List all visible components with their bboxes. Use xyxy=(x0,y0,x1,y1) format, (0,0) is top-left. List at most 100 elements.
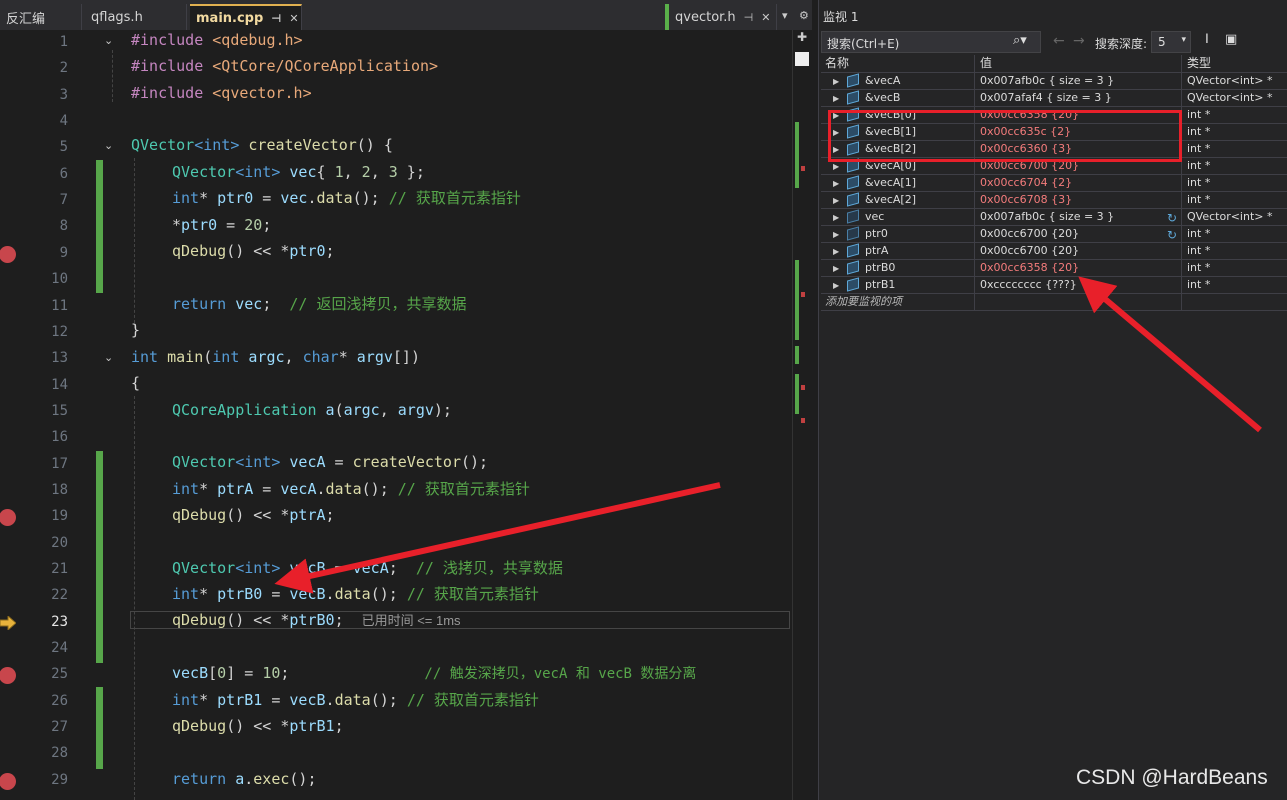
watch-name-cell[interactable]: ▶ &vecA xyxy=(821,73,975,89)
forward-arrow-icon[interactable]: → xyxy=(1073,33,1085,49)
pin-icon[interactable]: ⊣ xyxy=(271,12,281,25)
watch-value-cell[interactable]: 0x00cc6358 {20} xyxy=(976,260,1182,276)
watch-value-cell[interactable]: 0x007afaf4 { size = 3 } xyxy=(976,90,1182,106)
line-number: 15 xyxy=(51,402,68,419)
watch-row[interactable]: ▶ &vecB 0x007afaf4 { size = 3 } QVector<int… xyxy=(821,90,1287,107)
expand-arrow-icon[interactable]: ▶ xyxy=(833,91,845,106)
watch-name-cell[interactable]: ▶ &vecA[2] xyxy=(821,192,975,208)
watch-row[interactable]: ▶ vec 0x007afb0c { size = 3 } ↻ QVector<int>… xyxy=(821,209,1287,226)
watch-type: int * xyxy=(1187,193,1211,206)
expand-arrow-icon[interactable]: ▶ xyxy=(833,176,845,191)
add-watch-row[interactable]: 添加要监视的项 xyxy=(821,294,1287,311)
watch-row[interactable]: ▶ ptr0 0x00cc6700 {20} ↻ int * xyxy=(821,226,1287,243)
watch-value-cell[interactable]: 0x00cc6700 {20} xyxy=(976,243,1182,259)
code-line-8: *ptr0 = 20; xyxy=(172,216,272,234)
elapsed-time-tip: 已用时间 <= 1ms xyxy=(361,613,461,628)
code-line-14: { xyxy=(131,374,141,392)
watch-type: int * xyxy=(1187,278,1211,291)
watch-row[interactable]: ▶ ptrA 0x00cc6700 {20} int * xyxy=(821,243,1287,260)
watch-name-cell[interactable]: ▶ &vecB xyxy=(821,90,975,106)
search-icon[interactable]: ⌕▾ xyxy=(1013,33,1027,48)
tab-qvector[interactable]: qvector.h ⊣ ✕ xyxy=(665,4,777,30)
code-line-21: QVector<int> vecB = vecA; // 浅拷贝，共享数据 xyxy=(172,559,563,577)
watch-search-input[interactable]: 搜索(Ctrl+E) xyxy=(821,31,1041,53)
line-number: 1 xyxy=(59,34,68,50)
pin-watch-icon[interactable]: ⵏ xyxy=(1205,32,1209,47)
tab-disassembly[interactable]: 反汇编 xyxy=(0,4,82,30)
back-arrow-icon[interactable]: ← xyxy=(1053,33,1065,49)
watch-name-cell[interactable]: ▶ ptrB1 xyxy=(821,277,975,293)
split-icon[interactable]: ✚ xyxy=(793,30,810,48)
watch-row[interactable]: ▶ &vecA[1] 0x00cc6704 {2} int * xyxy=(821,175,1287,192)
expand-arrow-icon[interactable]: ▶ xyxy=(833,193,845,208)
watch-value: 0x00cc6700 {20} xyxy=(980,227,1080,240)
watch-name-cell[interactable]: ▶ vec xyxy=(821,209,975,225)
watch-type-cell: int * xyxy=(1183,192,1287,208)
line-number: 19 xyxy=(51,508,68,525)
settings-gear-icon[interactable]: ⚙ xyxy=(799,9,809,22)
line-number: 9 xyxy=(59,244,68,261)
column-header-name[interactable]: 名称 xyxy=(821,55,975,72)
column-header-value[interactable]: 值 xyxy=(976,55,1182,72)
watch-name-cell[interactable]: ▶ &vecA[1] xyxy=(821,175,975,191)
watch-toolbar: 搜索(Ctrl+E) ⌕▾ ← → 搜索深度: 5 ▾ ⵏ ▣ xyxy=(821,31,1287,53)
fold-toggle-icon[interactable]: ⌄ xyxy=(104,139,113,152)
expand-arrow-icon[interactable]: ▶ xyxy=(833,261,845,276)
watch-name-cell[interactable]: ▶ ptrA xyxy=(821,243,975,259)
watch-row[interactable]: ▶ &vecA[2] 0x00cc6708 {3} int * xyxy=(821,192,1287,209)
add-watch-placeholder[interactable]: 添加要监视的项 xyxy=(821,294,975,310)
variable-object-icon xyxy=(847,243,859,258)
line-number: 16 xyxy=(51,429,68,446)
vertical-scrollbar[interactable]: ✚ xyxy=(792,30,810,800)
code-line-25: vecB[0] = 10;// 触发深拷贝，vecA 和 vecB 数据分离 xyxy=(172,664,697,682)
breakpoint-icon[interactable] xyxy=(0,667,16,685)
watch-type: int * xyxy=(1187,125,1211,138)
watch-value: 0xcccccccc {???} xyxy=(980,278,1077,291)
tab-qflags-label: qflags.h xyxy=(91,9,143,25)
line-number: 29 xyxy=(51,771,68,788)
watch-name: ptrB1 xyxy=(865,278,896,291)
refresh-icon[interactable]: ↻ xyxy=(1167,227,1177,242)
scroll-up-icon[interactable] xyxy=(795,52,809,66)
fold-toggle-icon[interactable]: ⌄ xyxy=(104,34,113,47)
expand-arrow-icon[interactable]: ▶ xyxy=(833,210,845,225)
expand-arrow-icon[interactable]: ▶ xyxy=(833,74,845,89)
watch-value-cell[interactable]: 0x00cc6708 {3} xyxy=(976,192,1182,208)
tab-dropdown-icon[interactable]: ▾ xyxy=(782,9,788,22)
breakpoint-icon[interactable] xyxy=(0,772,16,790)
watch-row[interactable]: ▶ ptrB0 0x00cc6358 {20} int * xyxy=(821,260,1287,277)
code-editor[interactable]: 1 2 3 4 5 6 7 8 9 10 11 12 13 14 15 16 17 18 19 20 21 22 23 24 2… xyxy=(0,30,810,800)
watch-value-cell[interactable]: 0x007afb0c { size = 3 } ↻ xyxy=(976,209,1182,225)
pin-icon[interactable]: ⊣ xyxy=(744,11,754,24)
watch-value-cell[interactable]: 0xcccccccc {???} xyxy=(976,277,1182,293)
fold-toggle-icon[interactable]: ⌄ xyxy=(104,351,113,364)
column-header-type[interactable]: 类型 xyxy=(1183,55,1287,72)
watch-value-cell[interactable]: 0x00cc6704 {2} xyxy=(976,175,1182,191)
code-line-2: #include <QtCore/QCoreApplication> xyxy=(131,57,439,75)
close-tab-icon[interactable]: ✕ xyxy=(289,12,298,25)
annotation-highlight-box xyxy=(828,110,1182,162)
expand-arrow-icon[interactable]: ▶ xyxy=(833,278,845,293)
tab-main-cpp[interactable]: main.cpp ⊣ ✕ xyxy=(190,4,302,30)
tab-qflags[interactable]: qflags.h xyxy=(85,4,187,30)
watch-name-cell[interactable]: ▶ ptrB0 xyxy=(821,260,975,276)
breakpoint-icon[interactable] xyxy=(0,245,16,263)
tab-qvector-label: qvector.h xyxy=(675,9,736,25)
watch-row[interactable]: ▶ ptrB1 0xcccccccc {???} int * xyxy=(821,277,1287,294)
code-line-7: int* ptr0 = vec.data(); // 获取首元素指针 xyxy=(172,189,521,207)
watch-name-cell[interactable]: ▶ ptr0 xyxy=(821,226,975,242)
hex-view-icon[interactable]: ▣ xyxy=(1225,32,1237,47)
expand-arrow-icon[interactable]: ▶ xyxy=(833,227,845,242)
refresh-icon[interactable]: ↻ xyxy=(1167,210,1177,225)
code-line-23: qDebug() << *ptrB0; 已用时间 <= 1ms xyxy=(172,611,461,629)
search-depth-select[interactable]: 5 ▾ xyxy=(1151,31,1191,53)
watch-type: QVector<int> * xyxy=(1187,210,1273,223)
watch-value-cell[interactable]: 0x00cc6700 {20} ↻ xyxy=(976,226,1182,242)
watch-value-cell[interactable]: 0x007afb0c { size = 3 } xyxy=(976,73,1182,89)
expand-arrow-icon[interactable]: ▶ xyxy=(833,244,845,259)
watch-row[interactable]: ▶ &vecA 0x007afb0c { size = 3 } QVector<int… xyxy=(821,73,1287,90)
close-tab-icon[interactable]: ✕ xyxy=(761,11,770,24)
watch-type-cell: QVector<int> * xyxy=(1183,73,1287,89)
breakpoint-icon[interactable] xyxy=(0,509,16,527)
line-number: 25 xyxy=(51,666,68,683)
